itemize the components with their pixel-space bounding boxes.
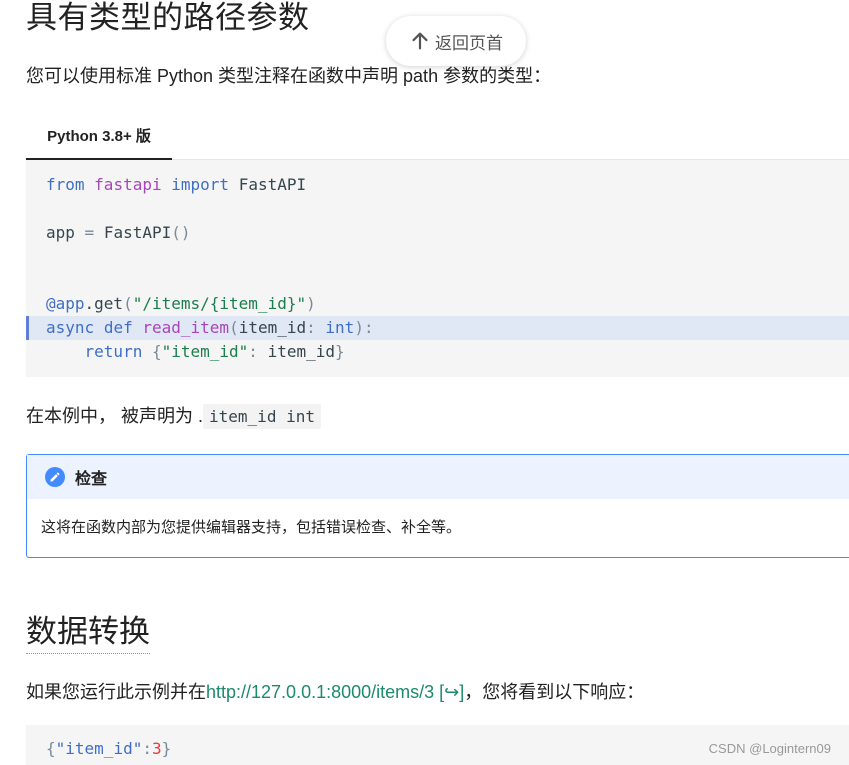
admonition-body: 这将在函数内部为您提供编辑器支持，包括错误检查、补全等。	[41, 519, 462, 536]
code-line-2: app = FastAPI()	[46, 223, 191, 242]
code-line-1: from fastapi import FastAPI	[46, 175, 307, 194]
code-block: from fastapi import FastAPI app = FastAP…	[26, 160, 849, 377]
code-line-4: async def read_item(item_id: int):	[46, 318, 374, 337]
back-to-top-button[interactable]: 返回页首	[386, 16, 526, 66]
section-title: 具有类型的路径参数	[26, 0, 310, 36]
back-to-top-label: 返回页首	[435, 33, 503, 53]
code-line-5: return {"item_id": item_id}	[84, 342, 345, 361]
example-text: 在本例中， 被声明为 . item_id int	[26, 402, 321, 429]
section2-title[interactable]: 数据转换	[26, 606, 150, 654]
csdn-watermark: CSDN @Logintern09	[708, 741, 831, 756]
admonition-title: 检查	[75, 471, 108, 488]
run-text: 如果您运行此示例并在http://127.0.0.1:8000/items/3 …	[26, 682, 645, 702]
response-code-line: {"item_id":3}	[46, 739, 172, 758]
arrow-up-icon	[412, 32, 428, 50]
code-line-3: @app.get("/items/{item_id}")	[46, 294, 316, 313]
tab-python-38[interactable]: Python 3.8+ 版	[26, 112, 172, 160]
code-tabbar: Python 3.8+ 版	[26, 112, 849, 160]
pencil-icon	[45, 467, 65, 487]
inline-code: item_id int	[203, 404, 321, 429]
admonition-header: 检查	[27, 455, 849, 499]
localhost-link[interactable]: http://127.0.0.1:8000/items/3 [↪]	[206, 682, 464, 702]
admonition-box: 检查 这将在函数内部为您提供编辑器支持，包括错误检查、补全等。	[26, 454, 849, 558]
